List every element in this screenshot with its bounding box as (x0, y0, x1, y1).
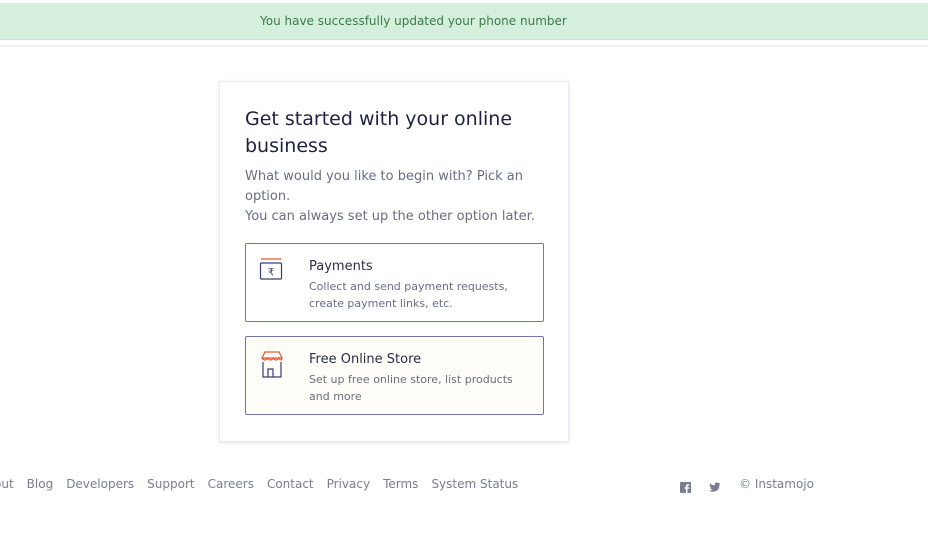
footer-link-system-status[interactable]: System Status (431, 477, 518, 491)
payments-option-description: Collect and send payment requests, creat… (309, 280, 508, 310)
card-subtitle-line1: What would you like to begin with? Pick … (245, 169, 524, 204)
footer-link-about[interactable]: out (0, 477, 14, 491)
online-store-option-title: Free Online Store (309, 352, 422, 367)
get-started-card: Get started with your online business Wh… (219, 81, 569, 442)
footer-link-blog[interactable]: Blog (27, 477, 54, 491)
card-subtitle: What would you like to begin with? Pick … (245, 167, 545, 227)
success-banner: You have successfully updated your phone… (0, 3, 928, 40)
rupee-receipt-icon: ₹ (258, 257, 286, 285)
header-divider (0, 45, 928, 47)
copyright-text: © Instamojo (739, 477, 814, 491)
online-store-option-description: Set up free online store, list products … (309, 373, 513, 403)
payments-option[interactable]: ₹ Payments Collect and send payment requ… (245, 243, 544, 322)
payments-option-title: Payments (309, 259, 373, 274)
footer-link-developers[interactable]: Developers (66, 477, 134, 491)
svg-text:₹: ₹ (268, 268, 274, 279)
success-message: You have successfully updated your phone… (260, 14, 567, 28)
footer-links: out Blog Developers Support Careers Cont… (0, 477, 518, 491)
card-subtitle-line2: You can always set up the other option l… (245, 209, 535, 224)
online-store-option[interactable]: Free Online Store Set up free online sto… (245, 336, 544, 415)
footer-link-contact[interactable]: Contact (267, 477, 314, 491)
footer-link-privacy[interactable]: Privacy (327, 477, 370, 491)
twitter-icon[interactable] (709, 478, 721, 492)
footer-link-terms[interactable]: Terms (383, 477, 418, 491)
footer-link-careers[interactable]: Careers (208, 477, 254, 491)
card-title: Get started with your online business (245, 108, 513, 157)
storefront-icon (258, 350, 286, 378)
facebook-icon[interactable] (680, 478, 692, 493)
footer-link-support[interactable]: Support (147, 477, 194, 491)
